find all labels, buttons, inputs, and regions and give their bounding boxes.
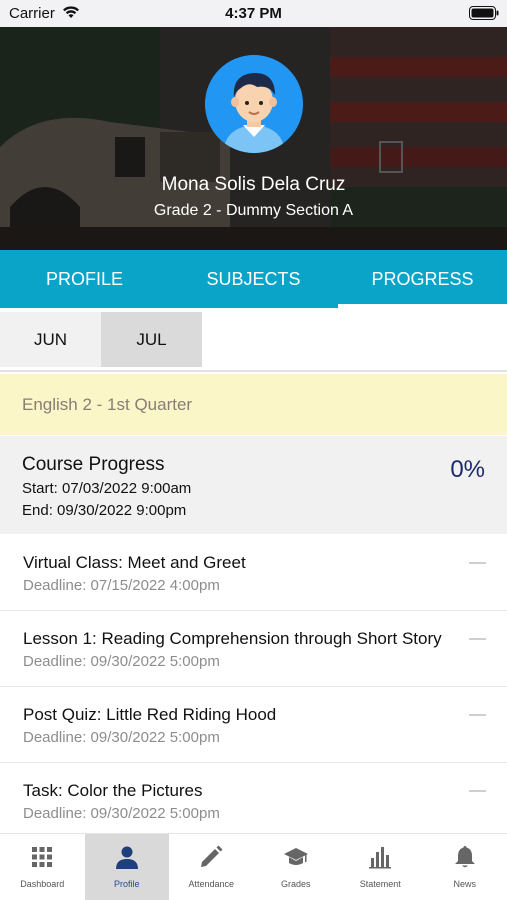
nav-statement[interactable]: Statement (338, 834, 423, 900)
bell-icon (454, 846, 475, 868)
list-item[interactable]: Task: Color the Pictures Deadline: 09/30… (0, 763, 507, 833)
task-deadline: Deadline: 09/30/2022 5:00pm (23, 729, 220, 746)
student-grade-section: Grade 2 - Dummy Section A (153, 202, 354, 219)
tab-subjects[interactable]: SUBJECTS (169, 250, 338, 308)
task-deadline: Deadline: 09/30/2022 5:00pm (23, 653, 220, 670)
nav-label: Profile (113, 879, 140, 889)
task-title: Virtual Class: Meet and Greet (23, 553, 246, 572)
task-title: Lesson 1: Reading Comprehension through … (23, 629, 442, 648)
task-title: Post Quiz: Little Red Riding Hood (23, 705, 277, 724)
profile-header: Mona Solis Dela Cruz Grade 2 - Dummy Sec… (0, 27, 507, 250)
bar-chart-icon (369, 847, 392, 869)
month-jun[interactable]: JUN (0, 312, 101, 367)
tab-profile[interactable]: PROFILE (0, 250, 169, 308)
nav-profile[interactable]: Profile (84, 834, 169, 900)
graduation-cap-icon (283, 848, 308, 865)
nav-label: Dashboard (20, 879, 65, 889)
list-item[interactable]: Lesson 1: Reading Comprehension through … (0, 611, 507, 687)
status-dash-icon (469, 790, 486, 792)
subject-banner: English 2 - 1st Quarter (0, 374, 507, 435)
nav-label: Grades (280, 879, 311, 889)
nav-news[interactable]: News (423, 834, 507, 900)
course-progress-title: Course Progress (22, 454, 165, 475)
month-jul[interactable]: JUL (101, 312, 202, 367)
battery-icon (469, 6, 499, 20)
bottom-nav: Dashboard Profile Attendance Grades Stat… (0, 833, 507, 900)
nav-label: Attendance (188, 879, 235, 889)
pencil-icon (201, 845, 223, 867)
status-dash-icon (469, 562, 486, 564)
task-title: Task: Color the Pictures (23, 781, 203, 800)
course-progress-card: Course Progress Start: 07/03/2022 9:00am… (0, 436, 507, 534)
task-deadline: Deadline: 07/15/2022 4:00pm (23, 577, 220, 594)
month-selector: JUN JUL (0, 312, 507, 370)
divider (0, 370, 507, 372)
nav-grades[interactable]: Grades (254, 834, 339, 900)
person-icon (115, 846, 138, 869)
status-dash-icon (469, 714, 486, 716)
course-end-date: End: 09/30/2022 9:00pm (22, 502, 187, 519)
nav-label: Statement (359, 879, 401, 889)
nav-label: News (453, 879, 476, 889)
student-name: Mona Solis Dela Cruz (161, 174, 346, 195)
list-item[interactable]: Virtual Class: Meet and Greet Deadline: … (0, 535, 507, 611)
status-time: 4:37 PM (225, 5, 282, 22)
status-bar: Carrier 4:37 PM (0, 0, 507, 27)
task-list[interactable]: Virtual Class: Meet and Greet Deadline: … (0, 535, 507, 833)
grid-icon (32, 847, 53, 867)
tab-progress[interactable]: PROGRESS (338, 250, 507, 308)
nav-dashboard[interactable]: Dashboard (0, 834, 85, 900)
profile-tabs: PROFILE SUBJECTS PROGRESS (0, 250, 507, 308)
course-progress-percent: 0% (450, 456, 485, 483)
nav-attendance[interactable]: Attendance (169, 834, 254, 900)
list-item[interactable]: Post Quiz: Little Red Riding Hood Deadli… (0, 687, 507, 763)
task-deadline: Deadline: 09/30/2022 5:00pm (23, 805, 220, 822)
status-dash-icon (469, 638, 486, 640)
course-start-date: Start: 07/03/2022 9:00am (22, 480, 192, 497)
avatar (205, 55, 303, 153)
student-avatar-icon (205, 55, 303, 153)
